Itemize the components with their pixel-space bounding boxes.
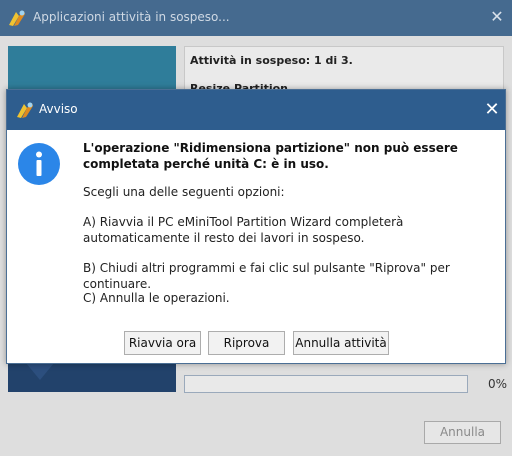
- choose-option-text: Scegli una delle seguenti opzioni:: [83, 185, 285, 199]
- progress-bar: [184, 375, 468, 393]
- dialog-titlebar: Avviso ✕: [7, 90, 505, 130]
- alert-dialog: Avviso ✕ L'operazione "Ridimensiona part…: [6, 89, 506, 364]
- window-titlebar: Applicazioni attività in sospeso... ✕: [0, 0, 512, 36]
- option-c-text: C) Annulla le operazioni.: [83, 291, 230, 305]
- app-logo-icon: [15, 100, 35, 120]
- option-b-text: B) Chiudi altri programmi e fai clic sul…: [83, 261, 450, 291]
- pending-status-text: Attività in sospeso: 1 di 3.: [190, 54, 353, 67]
- reboot-now-button[interactable]: Riavvia ora: [124, 331, 201, 355]
- info-icon: [17, 142, 61, 186]
- main-message: L'operazione "Ridimensiona partizione" n…: [83, 141, 458, 171]
- window-title: Applicazioni attività in sospeso...: [33, 10, 230, 24]
- retry-button[interactable]: Riprova: [208, 331, 285, 355]
- progress-percent: 0%: [488, 377, 508, 391]
- close-icon[interactable]: ✕: [486, 6, 508, 28]
- close-icon[interactable]: ✕: [480, 98, 504, 122]
- option-a-text: A) Riavvia il PC eMiniTool Partition Wiz…: [83, 215, 404, 245]
- app-logo-icon: [7, 8, 27, 28]
- dialog-title: Avviso: [39, 102, 78, 116]
- cancel-button[interactable]: Annulla: [424, 421, 501, 444]
- cancel-all-button[interactable]: Annulla attività: [293, 331, 389, 355]
